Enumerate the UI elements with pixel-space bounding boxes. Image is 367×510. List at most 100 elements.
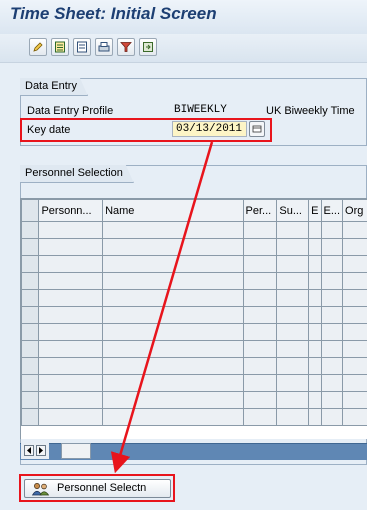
data-entry-profile-value[interactable]: BIWEEKLY <box>174 104 227 116</box>
pencil-icon[interactable] <box>29 38 47 56</box>
row-selector[interactable] <box>21 306 40 324</box>
table-cell[interactable] <box>342 323 367 341</box>
table-cell[interactable] <box>242 340 278 358</box>
table-cell[interactable] <box>276 357 310 375</box>
scroll-thumb[interactable] <box>61 443 91 459</box>
table-cell[interactable] <box>242 221 278 239</box>
row-selector[interactable] <box>21 408 40 426</box>
table-cell[interactable] <box>38 221 104 239</box>
table-cell[interactable] <box>308 255 322 273</box>
table-cell[interactable] <box>276 238 310 256</box>
table-row[interactable] <box>21 408 367 426</box>
row-selector[interactable] <box>21 221 40 239</box>
table-cell[interactable] <box>242 238 278 256</box>
table-cell[interactable] <box>102 357 244 375</box>
table-cell[interactable] <box>242 255 278 273</box>
print-icon[interactable] <box>95 38 113 56</box>
table-cell[interactable] <box>102 255 244 273</box>
table-cell[interactable] <box>342 374 367 392</box>
row-selector[interactable] <box>21 289 40 307</box>
table-cell[interactable] <box>38 340 104 358</box>
table-cell[interactable] <box>320 238 344 256</box>
row-selector[interactable] <box>21 272 40 290</box>
table-cell[interactable] <box>320 272 344 290</box>
key-date-input[interactable]: 03/13/2011 <box>172 121 247 137</box>
table-cell[interactable] <box>38 306 104 324</box>
table-cell[interactable] <box>38 238 104 256</box>
table-cell[interactable] <box>320 323 344 341</box>
table-cell[interactable] <box>342 289 367 307</box>
table-cell[interactable] <box>342 306 367 324</box>
table-cell[interactable] <box>38 357 104 375</box>
table-cell[interactable] <box>320 391 344 409</box>
scroll-right-icon[interactable] <box>36 445 46 456</box>
table-cell[interactable] <box>242 374 278 392</box>
table-cell[interactable] <box>38 374 104 392</box>
table-cell[interactable] <box>242 272 278 290</box>
table-cell[interactable] <box>308 221 322 239</box>
table-cell[interactable] <box>102 374 244 392</box>
table-cell[interactable] <box>342 408 367 426</box>
table-cell[interactable] <box>308 340 322 358</box>
table-cell[interactable] <box>276 255 310 273</box>
filter-icon[interactable] <box>117 38 135 56</box>
row-selector[interactable] <box>21 391 40 409</box>
table-cell[interactable] <box>320 374 344 392</box>
table-cell[interactable] <box>38 408 104 426</box>
table-cell[interactable] <box>242 357 278 375</box>
table-cell[interactable] <box>102 408 244 426</box>
column-header-per[interactable]: Per... <box>242 199 278 222</box>
scroll-left-icon[interactable] <box>24 445 34 456</box>
table-cell[interactable] <box>308 357 322 375</box>
table-cell[interactable] <box>276 374 310 392</box>
table-row[interactable] <box>21 340 367 358</box>
table-cell[interactable] <box>276 408 310 426</box>
table-row[interactable] <box>21 272 367 290</box>
column-header-su[interactable]: Su... <box>276 199 310 222</box>
table-cell[interactable] <box>38 391 104 409</box>
list-icon[interactable] <box>73 38 91 56</box>
table-cell[interactable] <box>308 391 322 409</box>
table-cell[interactable] <box>342 357 367 375</box>
table-cell[interactable] <box>276 391 310 409</box>
table-cell[interactable] <box>102 323 244 341</box>
table-cell[interactable] <box>320 221 344 239</box>
row-selector[interactable] <box>21 323 40 341</box>
table-cell[interactable] <box>308 272 322 290</box>
row-selector[interactable] <box>21 238 40 256</box>
table-cell[interactable] <box>102 306 244 324</box>
table-cell[interactable] <box>276 289 310 307</box>
column-header-e2[interactable]: E... <box>320 199 344 222</box>
table-cell[interactable] <box>38 289 104 307</box>
table-row[interactable] <box>21 374 367 392</box>
table-row[interactable] <box>21 289 367 307</box>
table-row[interactable] <box>21 238 367 256</box>
table-cell[interactable] <box>102 391 244 409</box>
personnel-selection-button[interactable]: Personnel Selectn <box>24 479 171 498</box>
table-cell[interactable] <box>342 272 367 290</box>
table-cell[interactable] <box>276 323 310 341</box>
table-cell[interactable] <box>342 221 367 239</box>
table-cell[interactable] <box>38 323 104 341</box>
table-cell[interactable] <box>342 391 367 409</box>
table-cell[interactable] <box>320 408 344 426</box>
table-row[interactable] <box>21 306 367 324</box>
form-icon[interactable] <box>51 38 69 56</box>
table-cell[interactable] <box>38 272 104 290</box>
table-cell[interactable] <box>308 289 322 307</box>
table-cell[interactable] <box>102 221 244 239</box>
table-cell[interactable] <box>320 255 344 273</box>
column-header-e[interactable]: E <box>308 199 322 222</box>
table-cell[interactable] <box>308 306 322 324</box>
table-row[interactable] <box>21 221 367 239</box>
table-cell[interactable] <box>320 340 344 358</box>
table-cell[interactable] <box>308 408 322 426</box>
table-row[interactable] <box>21 255 367 273</box>
table-cell[interactable] <box>342 340 367 358</box>
table-cell[interactable] <box>276 340 310 358</box>
table-cell[interactable] <box>242 289 278 307</box>
table-cell[interactable] <box>276 272 310 290</box>
table-cell[interactable] <box>102 238 244 256</box>
table-cell[interactable] <box>242 408 278 426</box>
table-cell[interactable] <box>102 340 244 358</box>
